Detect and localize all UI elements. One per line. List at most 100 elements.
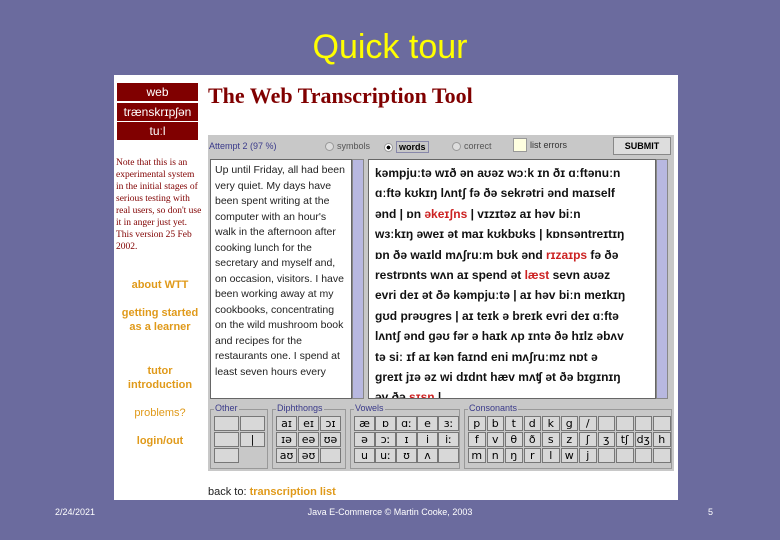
transcription-text: | vɪzɪtəz aɪ həv biːn [467,206,581,221]
vowels-key[interactable]: ɑː [396,416,417,431]
mode-correct[interactable]: correct [452,141,492,151]
diphthongs-key[interactable]: ɔɪ [320,416,341,431]
experimental-note: Note that this is an experimental system… [116,158,202,252]
vowels-key[interactable] [438,448,459,463]
transcription-area[interactable]: kəmpjuːtə wɪð ən aʊəz wɔːk ɪn ðɪ ɑːftənu… [368,159,656,399]
nav-getting-started[interactable]: getting started as a learner [114,306,206,334]
vowels-key[interactable]: i [417,432,438,447]
screenshot: web trænskrɪpʃən tuːl Note that this is … [114,75,678,500]
transcription-line: restrɒnts wʌn aɪ spend ət læst sevn aʊəz [375,265,649,285]
transcription-text: kəmpjuːtə wɪð ən aʊəz wɔːk ɪn ðɪ ɑːftənu… [375,166,621,180]
consonants-key[interactable]: d [523,416,541,431]
vowels-key[interactable]: æ [354,416,375,431]
group-label: Diphthongs [276,403,324,413]
diphthongs-key[interactable]: aʊ [276,448,297,463]
consonants-key[interactable]: r [523,448,541,463]
diphthongs-key[interactable]: aɪ [276,416,297,431]
transcription-line: greɪt jɪə əz wi dɪdnt hæv mʌʧ ət ðə bɪgɪ… [375,367,649,387]
other-key[interactable] [214,448,239,463]
radio-selected-icon [384,142,393,152]
consonants-key[interactable]: k [542,416,560,431]
diphthongs-key[interactable]: eə [298,432,319,447]
vowels-key[interactable]: ɒ [375,416,396,431]
consonants-key[interactable]: s [542,432,560,447]
consonants-key[interactable]: g [560,416,578,431]
vowels-key[interactable]: ɔː [375,432,396,447]
vowels-key[interactable]: ʌ [417,448,438,463]
consonants-key[interactable]: ʒ [597,432,615,447]
transcription-line: kəmpjuːtə wɪð ən aʊəz wɔːk ɪn ðɪ ɑːftənu… [375,163,649,183]
nav-login[interactable]: login/out [114,434,206,448]
diphthongs-key[interactable]: eɪ [298,416,319,431]
logo-transcription[interactable]: trænskrɪpʃən [117,103,198,121]
diphthongs-key[interactable]: əʊ [298,448,319,463]
vowels-key[interactable]: ə [354,432,375,447]
consonants-key[interactable]: m [468,448,486,463]
transcription-line: wɜːkɪŋ əweɪ ət maɪ kʊkbʊks | kɒnsəntreɪt… [375,224,649,244]
submit-button[interactable]: SUBMIT [613,137,671,155]
consonants-key[interactable]: p [468,416,486,431]
transcription-text: evri deɪ ət ðə kəmpjuːtə | aɪ həv biːn m… [375,288,626,303]
vowels-key[interactable]: ʊ [396,448,417,463]
consonants-key[interactable]: / [579,416,597,431]
diphthongs-key[interactable]: ɪə [276,432,297,447]
mode-symbols[interactable]: symbols [325,141,370,151]
transcription-line: ɑːftə kʊkɪŋ lʌntʃ fə ðə sekrətri ənd maɪ… [375,183,649,203]
consonants-key[interactable] [597,448,615,463]
consonants-key[interactable] [653,416,671,431]
logo-tool[interactable]: tuːl [117,122,198,140]
consonants-key[interactable] [616,416,634,431]
other-key[interactable] [214,416,239,431]
consonants-key[interactable]: n [486,448,504,463]
transcription-text: sevn aʊəz [549,268,611,283]
diphthongs-key[interactable]: ʊə [320,432,341,447]
transcription-text: restrɒnts wʌn aɪ spend ət [375,268,525,283]
consonants-key[interactable]: b [486,416,504,431]
nav-tutor-intro[interactable]: tutor introduction [114,364,206,392]
consonants-key[interactable]: tʃ [616,432,634,447]
consonants-key[interactable]: t [505,416,523,431]
consonants-key[interactable]: j [579,448,597,463]
other-key[interactable] [240,416,265,431]
mode-words[interactable]: words [384,141,429,153]
consonants-key[interactable]: ð [523,432,541,447]
consonants-key[interactable] [616,448,634,463]
consonants-key[interactable]: ʃ [579,432,597,447]
nav-about[interactable]: about WTT [114,278,206,292]
consonants-key[interactable]: l [542,448,560,463]
transcription-text: fə ðə [587,247,619,262]
consonants-key[interactable] [634,416,652,431]
transcription-applet: Attempt 2 (97 %) symbols words correct l… [208,135,674,471]
footer-copyright: Java E-Commerce © Martin Cooke, 2003 [307,507,473,517]
vowels-key[interactable]: iː [438,432,459,447]
vowels-key[interactable]: e [417,416,438,431]
consonants-key[interactable]: w [560,448,578,463]
transcription-text: ənd | ɒn [375,206,425,221]
consonants-key[interactable] [597,416,615,431]
consonants-key[interactable]: dʒ [634,432,652,447]
vowels-key[interactable]: uː [375,448,396,463]
transcription-text: greɪt jɪə əz wi dɪdnt hæv mʌʧ ət ðə bɪgɪ… [375,370,621,385]
vowels-key[interactable]: ɪ [396,432,417,447]
consonants-key[interactable] [634,448,652,463]
consonants-key[interactable]: f [468,432,486,447]
nav-problems[interactable]: problems? [114,406,206,420]
consonants-key[interactable]: h [653,432,671,447]
transcription-text: | [434,390,442,399]
logo-web[interactable]: web [117,83,198,101]
source-scrollbar[interactable] [352,159,364,399]
transcription-scrollbar[interactable] [656,159,668,399]
consonants-key[interactable]: θ [505,432,523,447]
other-key[interactable]: | [240,432,265,447]
consonants-key[interactable]: z [560,432,578,447]
back-label: back to: [208,486,247,498]
other-key[interactable] [214,432,239,447]
diphthongs-key[interactable] [320,448,341,463]
consonants-key[interactable] [653,448,671,463]
consonants-key[interactable]: ŋ [505,448,523,463]
transcription-list-link[interactable]: transcription list [250,486,336,498]
consonants-key[interactable]: v [486,432,504,447]
vowels-key[interactable]: u [354,448,375,463]
vowels-key[interactable]: ɜː [438,416,459,431]
list-errors-checkbox[interactable]: list errors [513,138,567,152]
